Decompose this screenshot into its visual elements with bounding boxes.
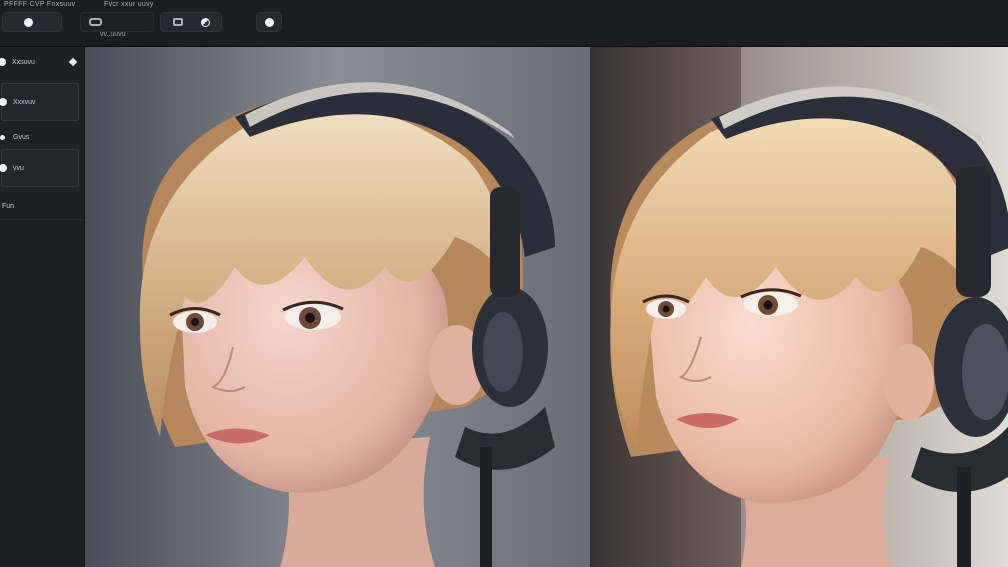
- render-canvas-right[interactable]: [591, 47, 1008, 567]
- sidebar-item-label: Xxxvuv: [13, 98, 36, 106]
- bullet-icon: [0, 58, 6, 66]
- left-sidebar: Xxsuvu Xxxvuv Gvus vvu Fun: [0, 47, 85, 567]
- portrait-image-left: [85, 47, 590, 567]
- bullet-icon: [0, 134, 5, 140]
- diamond-icon: [68, 57, 78, 67]
- sidebar-item-2[interactable]: Gvus: [0, 129, 84, 145]
- sidebar-item-label: Xxsuvu: [12, 58, 35, 66]
- top-toolbar: PFFFF CVP Fnxsuuv Fvcr xxur uuvy vv..uuv…: [0, 0, 1008, 47]
- sidebar-item-0[interactable]: Xxsuvu: [0, 51, 84, 73]
- play-toggle-button[interactable]: [2, 12, 62, 32]
- sidebar-item-1[interactable]: Xxxvuv: [0, 83, 79, 121]
- sidebar-item-3[interactable]: vvu: [0, 149, 79, 187]
- frame-controls-button[interactable]: [160, 12, 222, 32]
- sidebar-item-label: Gvus: [13, 133, 30, 141]
- view-mode-button[interactable]: [80, 12, 154, 32]
- sidebar-item-4[interactable]: Fun: [0, 195, 84, 217]
- app-title: PFFFF CVP Fnxsuuv: [4, 1, 76, 8]
- toolbar-caption: vv..uuvu: [100, 31, 126, 38]
- frame-icon: [172, 18, 183, 26]
- sidebar-divider: [0, 219, 84, 220]
- bullet-icon: [0, 164, 7, 172]
- record-icon: [264, 17, 274, 27]
- render-canvas-left[interactable]: [85, 47, 590, 567]
- toggle-icon: [88, 18, 102, 26]
- portrait-image-right: [591, 47, 1008, 567]
- record-button[interactable]: [256, 12, 282, 32]
- menu-label[interactable]: Fvcr xxur uuvy: [104, 1, 154, 9]
- sidebar-item-label: Fun: [2, 202, 15, 210]
- contrast-icon: [200, 17, 210, 27]
- sidebar-item-label: vvu: [13, 164, 24, 172]
- bullet-icon: [0, 98, 7, 106]
- circle-icon: [23, 17, 33, 27]
